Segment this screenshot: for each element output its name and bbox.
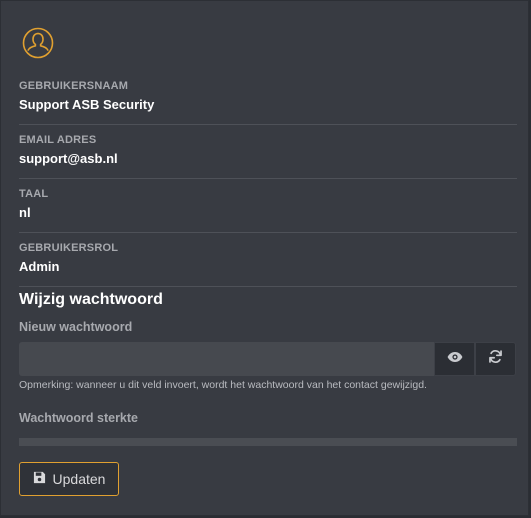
new-password-input[interactable] [19,342,434,376]
divider [19,178,517,179]
save-icon [33,471,46,487]
email-field: EMAIL ADRES support@asb.nl [19,134,517,166]
password-strength-bar [19,438,517,446]
show-password-button[interactable] [434,342,475,376]
update-button[interactable]: Updaten [19,462,119,496]
update-label: Updaten [52,471,106,487]
role-field: GEBRUIKERSROL Admin [19,242,517,274]
generate-password-button[interactable] [475,342,516,376]
username-field: GEBRUIKERSNAAM Support ASB Security [19,80,517,112]
refresh-icon [488,349,503,369]
eye-icon [447,350,463,368]
username-label: GEBRUIKERSNAAM [19,80,129,92]
new-password-group [19,342,516,376]
divider [19,232,517,233]
new-password-label: Nieuw wachtwoord [19,320,133,334]
user-profile-panel: GEBRUIKERSNAAM Support ASB Security EMAI… [0,0,529,516]
email-label: EMAIL ADRES [19,134,97,146]
language-field: TAAL nl [19,188,517,220]
change-password-title: Wijzig wachtwoord [19,291,163,308]
user-avatar-icon [22,27,54,59]
language-value: nl [19,205,31,220]
divider [19,286,517,287]
password-remark: Opmerking: wanneer u dit veld invoert, w… [19,379,427,391]
role-label: GEBRUIKERSROL [19,242,119,254]
username-value: Support ASB Security [19,97,155,112]
divider [19,124,517,125]
language-label: TAAL [19,188,49,200]
password-strength-label: Wachtwoord sterkte [19,411,139,425]
role-value: Admin [19,259,60,274]
email-value: support@asb.nl [19,151,118,166]
